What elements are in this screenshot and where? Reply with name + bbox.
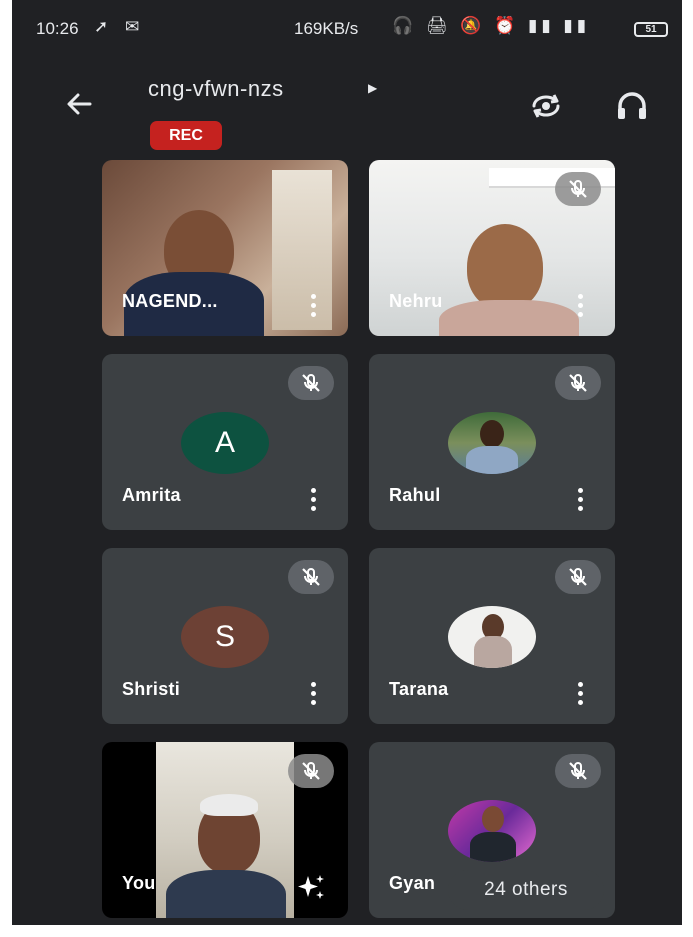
mic-off-icon [302, 567, 320, 586]
status-bar: 10:26 ➚ ✉ 169KB/s 🎧 🖨 🔕 ⏰ ▮▮ ▮▮ 51 [12, 0, 682, 60]
muted-mic-badge [555, 366, 601, 400]
participant-video-face [467, 224, 543, 310]
more-options-icon[interactable] [575, 292, 585, 318]
more-options-icon[interactable] [575, 680, 585, 706]
participant-tile[interactable]: Tarana [369, 548, 615, 724]
mic-off-icon [569, 179, 587, 198]
recording-badge: REC [150, 121, 222, 150]
mic-off-icon [569, 373, 587, 392]
participant-name: Gyan [389, 873, 436, 893]
effects-sparkle-icon[interactable] [296, 872, 326, 902]
more-options-icon[interactable] [575, 486, 585, 512]
meeting-title[interactable]: cng-vfwn-nzs [148, 76, 284, 102]
muted-mic-badge [555, 172, 601, 206]
muted-mic-badge [288, 754, 334, 788]
self-video [156, 742, 294, 918]
participant-tile[interactable]: NAGEND... [102, 160, 348, 336]
participant-video-body [439, 300, 579, 336]
participant-name: Amrita [122, 485, 181, 505]
muted-mic-badge [288, 560, 334, 594]
avatar-initial: S [181, 606, 269, 668]
back-arrow-icon[interactable] [60, 84, 100, 124]
meet-screen: 10:26 ➚ ✉ 169KB/s 🎧 🖨 🔕 ⏰ ▮▮ ▮▮ 51 cng-v… [12, 0, 682, 925]
mic-off-icon [569, 567, 587, 586]
participant-tile[interactable]: S Shristi [102, 548, 348, 724]
switch-camera-icon[interactable] [526, 86, 566, 126]
mic-off-icon [569, 761, 587, 780]
video-background [272, 170, 332, 330]
more-options-icon[interactable] [308, 486, 318, 512]
more-options-icon[interactable] [308, 292, 318, 318]
status-system-icons: 🎧 🖨 🔕 ⏰ ▮▮ ▮▮ [392, 16, 591, 35]
avatar-photo [448, 412, 536, 474]
participant-name: NAGEND... [122, 291, 218, 311]
participant-tile-self[interactable]: You [102, 742, 348, 918]
mic-off-icon [302, 761, 320, 780]
participant-name: Rahul [389, 485, 441, 505]
status-network-speed: 169KB/s [294, 19, 359, 38]
participant-tile[interactable]: Nehru [369, 160, 615, 336]
avatar-photo [448, 800, 536, 862]
avatar-initial: A [181, 412, 269, 474]
participant-tile[interactable]: Rahul [369, 354, 615, 530]
muted-mic-badge [555, 754, 601, 788]
participant-name: Nehru [389, 291, 443, 311]
audio-output-headphones-icon[interactable] [612, 86, 652, 126]
mic-off-icon [302, 373, 320, 392]
participant-name: Tarana [389, 679, 449, 699]
status-time: 10:26 [36, 19, 79, 38]
meeting-info-chevron-icon[interactable]: ▶ [368, 81, 377, 95]
participant-tile[interactable]: A Amrita [102, 354, 348, 530]
participant-name: You [122, 873, 156, 893]
participant-name: Shristi [122, 679, 181, 699]
muted-mic-badge [288, 366, 334, 400]
battery-icon: 51 [634, 22, 668, 37]
others-count-chip[interactable]: 24 others [448, 870, 604, 910]
more-options-icon[interactable] [308, 680, 318, 706]
muted-mic-badge [555, 560, 601, 594]
status-notification-icons: ➚ ✉ [94, 17, 146, 36]
avatar-photo [448, 606, 536, 668]
